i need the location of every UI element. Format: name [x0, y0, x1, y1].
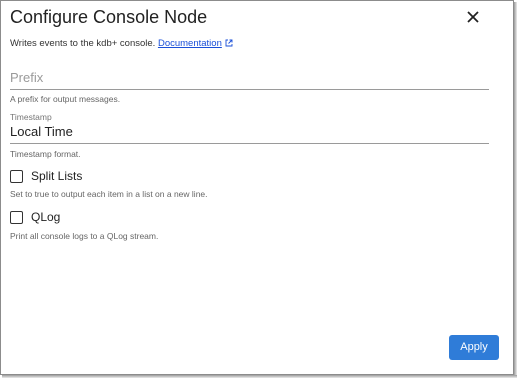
prefix-hint: A prefix for output messages.: [10, 94, 121, 104]
close-button[interactable]: [463, 7, 483, 27]
timestamp-select[interactable]: Local Time: [10, 123, 489, 144]
documentation-link[interactable]: Documentation: [158, 38, 222, 49]
prefix-input[interactable]: Prefix: [10, 67, 489, 90]
split-lists-hint: Set to true to output each item in a lis…: [10, 189, 208, 199]
dialog-title: Configure Console Node: [10, 7, 208, 27]
split-lists-label: Split Lists: [31, 169, 83, 183]
description-text: Writes events to the kdb+ console.: [10, 38, 156, 49]
qlog-label: QLog: [31, 210, 61, 224]
close-icon: [467, 11, 479, 23]
dialog-shadow-bottom: [2, 375, 517, 378]
qlog-hint: Print all console logs to a QLog stream.: [10, 231, 159, 241]
qlog-checkbox[interactable]: [10, 210, 23, 224]
external-link-icon: [225, 39, 233, 47]
dialog-shadow-right: [514, 2, 517, 377]
split-lists-checkbox[interactable]: [10, 169, 23, 183]
timestamp-label: Timestamp: [10, 112, 52, 122]
split-lists-checkbox-row[interactable]: Split Lists: [10, 168, 82, 184]
timestamp-hint: Timestamp format.: [10, 149, 81, 159]
apply-button[interactable]: Apply: [449, 335, 499, 360]
configure-console-node-dialog: Configure Console Node Writes events to …: [0, 0, 514, 375]
qlog-checkbox-row[interactable]: QLog: [10, 209, 60, 225]
dialog-description: Writes events to the kdb+ console. Docum…: [10, 38, 233, 49]
